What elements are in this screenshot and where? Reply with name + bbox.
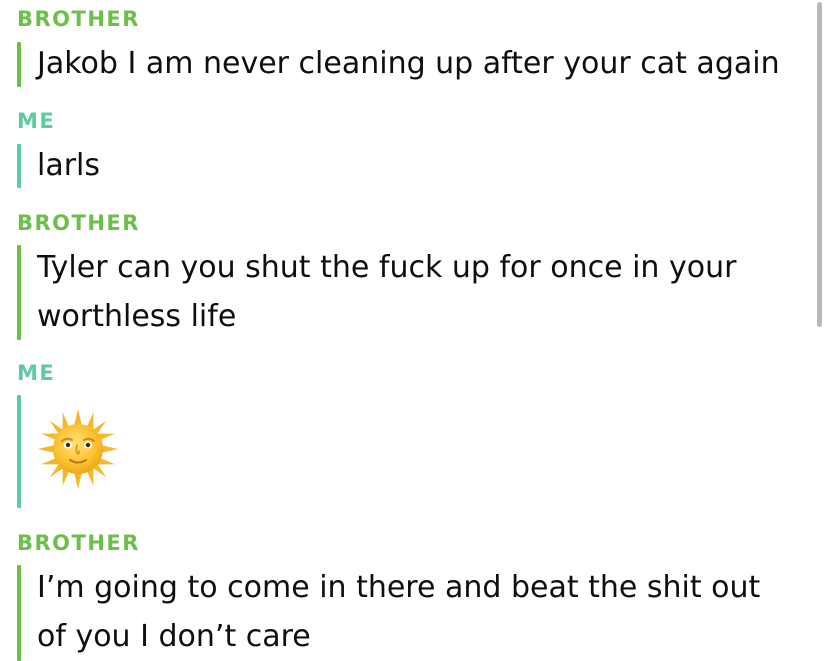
message-line: of you I don’t care	[37, 619, 311, 654]
message-line: I’m going to come in there and beat the …	[37, 570, 761, 605]
message-bar	[17, 245, 21, 340]
scrollbar-thumb[interactable]	[817, 2, 822, 327]
message-line: Jakob I am never cleaning up after your …	[37, 46, 780, 81]
message-text[interactable]: larls	[37, 141, 100, 190]
sender-label: ME	[17, 109, 56, 133]
sender-label: ME	[17, 361, 56, 385]
message-bar	[17, 42, 21, 87]
message-line: Tyler can you shut the fuck up for once …	[37, 250, 737, 285]
message-text[interactable]: I’m going to come in there and beat the …	[37, 563, 760, 661]
sender-label: BROTHER	[17, 7, 140, 31]
message-line: worthless life	[37, 299, 237, 334]
sun-with-face-emoji[interactable]	[37, 408, 119, 490]
message-text[interactable]: Tyler can you shut the fuck up for once …	[37, 243, 736, 341]
message-bar	[17, 395, 21, 508]
message-line: larls	[37, 148, 101, 183]
message-bar	[17, 144, 21, 188]
chat-thread: BROTHER Jakob I am never cleaning up aft…	[0, 0, 828, 661]
sender-label: BROTHER	[17, 211, 140, 235]
message-bar	[17, 565, 21, 661]
sun-with-face-icon	[38, 409, 118, 489]
sender-label: BROTHER	[17, 531, 140, 555]
message-text[interactable]: Jakob I am never cleaning up after your …	[37, 39, 780, 88]
